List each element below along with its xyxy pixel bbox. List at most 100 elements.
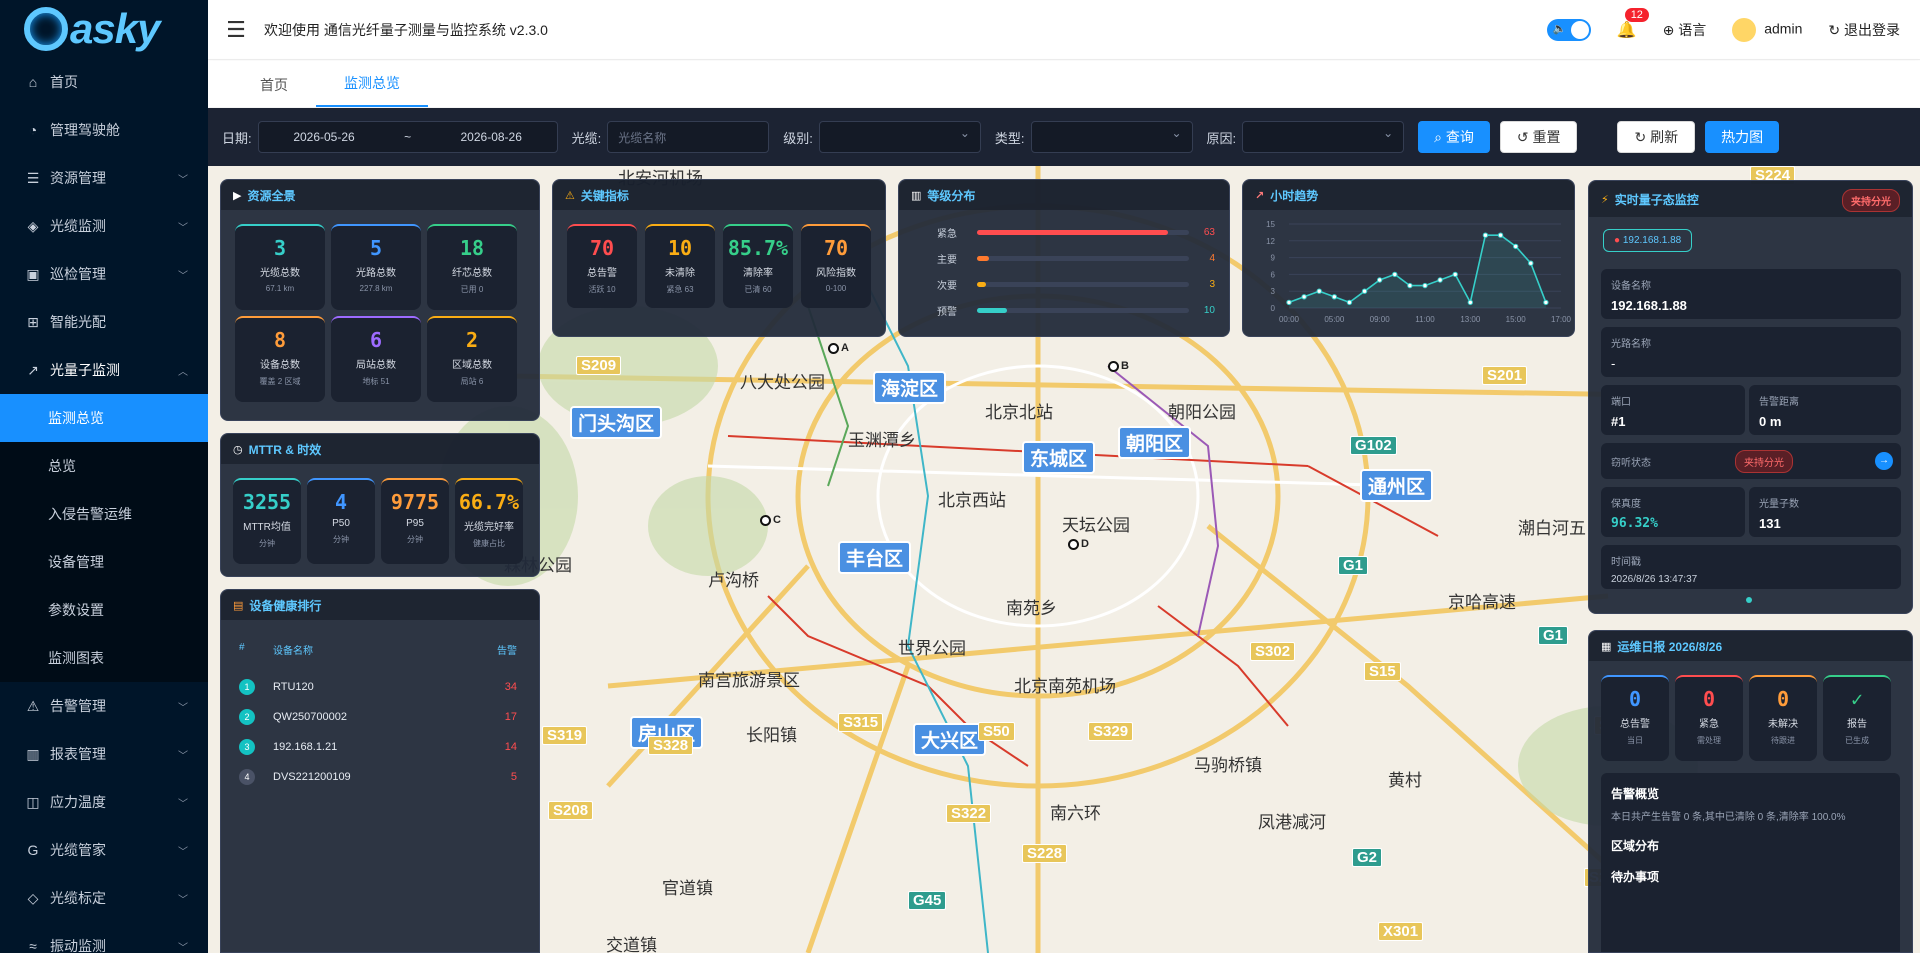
sidebar-item-1[interactable]: ◔ 管理驾驶舱 bbox=[0, 106, 208, 154]
lightning-icon: ⚡ bbox=[1601, 193, 1609, 206]
refresh-button[interactable]: ↻ 刷新 bbox=[1617, 121, 1696, 153]
sidebar-item-18[interactable]: ≈ 振动监测 ﹀ bbox=[0, 922, 208, 953]
stat-card: 0 紧急 需处理 bbox=[1675, 675, 1743, 761]
table-row[interactable]: 3 192.168.1.21 14 bbox=[239, 732, 521, 762]
mttr-panel: ◷ MTTR & 时效 3255 MTTR均值 分钟 4 P50 分钟 9775 P95 分钟 66… bbox=[220, 433, 540, 577]
stat-sub: 待跟进 bbox=[1771, 736, 1795, 745]
arrow-right-icon[interactable]: → bbox=[1875, 452, 1893, 470]
tab-home[interactable]: 首页 bbox=[232, 75, 316, 107]
level-select[interactable] bbox=[818, 121, 981, 153]
stat-sub: 健康占比 bbox=[473, 539, 505, 548]
table-row[interactable]: 2 QW250700002 17 bbox=[239, 702, 521, 732]
col-device-name: 设备名称 bbox=[273, 646, 313, 657]
stat-label: P95 bbox=[406, 518, 424, 529]
sidebar-item-9[interactable]: 入侵告警运维 bbox=[0, 490, 208, 538]
stat-value: 5 bbox=[369, 236, 383, 260]
sidebar-item-17[interactable]: ◇ 光缆标定 ﹀ bbox=[0, 874, 208, 922]
reset-button[interactable]: ↺ 重置 bbox=[1499, 121, 1578, 153]
level-name: 紧急 bbox=[937, 228, 957, 240]
carousel-dot[interactable] bbox=[1746, 597, 1752, 603]
sidebar-item-6[interactable]: ↗ 光量子监测 ︿ bbox=[0, 346, 208, 394]
sidebar-item-label: 管理驾驶舱 bbox=[50, 122, 120, 138]
report-icon: ▦ bbox=[1601, 640, 1612, 653]
table-row[interactable]: 1 RTU120 34 bbox=[239, 672, 521, 702]
stat-value: 66.7% bbox=[458, 490, 520, 514]
dashboard-icon: ◔ bbox=[28, 122, 38, 138]
sidebar-item-7[interactable]: 监测总览 bbox=[0, 394, 208, 442]
sidebar-item-label: 入侵告警运维 bbox=[48, 506, 132, 522]
user-menu[interactable]: admin bbox=[1732, 18, 1802, 42]
map-place-label: 朝阳公园 bbox=[1168, 403, 1236, 422]
stat-card: 6 局站总数 地标 51 bbox=[331, 316, 421, 402]
stat-sub: 当日 bbox=[1627, 736, 1643, 745]
sidebar-item-0[interactable]: ⌂ 首页 bbox=[0, 58, 208, 106]
hourly-line-chart: 0 3 6 9 12 15 00:00 05:00 09:00 11:00 13:00 15:00 17… bbox=[1266, 220, 1571, 324]
stat-label: 光缆完好率 bbox=[464, 522, 514, 533]
data-point bbox=[1301, 294, 1307, 300]
chevron-down-icon: ﹀ bbox=[178, 702, 188, 714]
sidebar-item-10[interactable]: 设备管理 bbox=[0, 538, 208, 586]
sidebar-item-16[interactable]: G 光缆管家 ﹀ bbox=[0, 826, 208, 874]
sidebar-item-13[interactable]: ⚠ 告警管理 ﹀ bbox=[0, 682, 208, 730]
sidebar-item-label: 监测总览 bbox=[48, 410, 104, 426]
alarm-count: 17 bbox=[504, 711, 517, 723]
clock-icon: ◷ bbox=[233, 443, 243, 456]
sidebar-item-label: 监测图表 bbox=[48, 650, 104, 666]
ranking-icon: ▤ bbox=[233, 599, 244, 612]
stat-card: 8 设备总数 覆盖 2 区域 bbox=[235, 316, 325, 402]
data-point bbox=[1512, 243, 1519, 250]
brand-logo[interactable]: asky bbox=[0, 0, 208, 58]
menu-toggle-icon[interactable]: ☰ bbox=[208, 17, 264, 43]
highway-shield: S50 bbox=[978, 722, 1015, 741]
language-button[interactable]: ⊕ 语言 bbox=[1663, 20, 1707, 40]
cable-label: 光缆: bbox=[571, 130, 602, 146]
station-marker[interactable]: D bbox=[1068, 538, 1089, 550]
stat-value: 70 bbox=[589, 236, 615, 260]
type-select[interactable] bbox=[1030, 121, 1193, 153]
date-range-picker[interactable]: 2026-05-26 ~2026-08-26 bbox=[257, 121, 558, 153]
sidebar-item-2[interactable]: ☰ 资源管理 ﹀ bbox=[0, 154, 208, 202]
table-row[interactable]: 4 DVS221200109 5 bbox=[239, 762, 521, 792]
sidebar-item-14[interactable]: ▥ 报表管理 ﹀ bbox=[0, 730, 208, 778]
bell-icon[interactable]: 🔔 12 bbox=[1617, 8, 1649, 40]
map-place-label: 南六环 bbox=[1050, 804, 1101, 823]
heatmap-button[interactable]: 热力图 bbox=[1705, 121, 1780, 153]
sound-toggle[interactable] bbox=[1546, 19, 1591, 41]
chevron-down-icon: ﹀ bbox=[178, 798, 188, 810]
sidebar-item-5[interactable]: ⊞ 智能光配 bbox=[0, 298, 208, 346]
highway-shield: S228 bbox=[1022, 844, 1068, 863]
level-bar-track bbox=[977, 229, 1189, 235]
stat-sub: 需处理 bbox=[1697, 736, 1721, 745]
query-button[interactable]: ⌕ 查询 bbox=[1418, 121, 1490, 153]
station-marker[interactable]: A bbox=[828, 342, 849, 354]
stat-label: 总告警 bbox=[587, 268, 617, 279]
sidebar-item-4[interactable]: ▣ 巡检管理 ﹀ bbox=[0, 250, 208, 298]
sidebar-item-3[interactable]: ◈ 光缆监测 ﹀ bbox=[0, 202, 208, 250]
station-marker[interactable]: C bbox=[760, 514, 781, 526]
device-name-card: 设备名称 192.168.1.88 bbox=[1601, 269, 1901, 319]
sidebar-item-12[interactable]: 监测图表 bbox=[0, 634, 208, 682]
device-tab[interactable]: ● 192.168.1.88 bbox=[1603, 229, 1693, 252]
stat-sub: 67.1 km bbox=[265, 284, 295, 293]
sidebar-item-11[interactable]: 参数设置 bbox=[0, 586, 208, 634]
sidebar-item-label: 振动监测 bbox=[50, 938, 106, 953]
sidebar: asky ⌂ 首页 ◔ 管理驾驶舱 ☰ 资源管理 ﹀ ◈ 光缆监测 ﹀ ▣ 巡检管理 ﹀ ⊞ 智能光配 ↗ 光量… bbox=[0, 0, 208, 953]
cable-name-input[interactable]: 光缆名称 bbox=[607, 121, 770, 153]
stat-sub: 分钟 bbox=[333, 535, 349, 544]
highway-shield: G1 bbox=[1338, 556, 1369, 575]
tab-monitor-overview[interactable]: 监测总览 bbox=[316, 73, 428, 107]
stat-card: ✓ 报告 已生成 bbox=[1823, 675, 1891, 761]
map-place-label: 八大处公园 bbox=[740, 373, 825, 392]
highway-shield: S209 bbox=[576, 356, 622, 375]
chevron-down-icon: ﹀ bbox=[178, 894, 188, 906]
sidebar-item-8[interactable]: 总览 bbox=[0, 442, 208, 490]
sidebar-item-15[interactable]: ◫ 应力温度 ﹀ bbox=[0, 778, 208, 826]
level-bar-fill bbox=[977, 255, 990, 261]
station-marker[interactable]: B bbox=[1108, 360, 1129, 372]
level-count: 63 bbox=[1203, 226, 1215, 238]
logout-button[interactable]: ↻ 退出登录 bbox=[1828, 20, 1900, 40]
sidebar-menu: ⌂ 首页 ◔ 管理驾驶舱 ☰ 资源管理 ﹀ ◈ 光缆监测 ﹀ ▣ 巡检管理 ﹀ ⊞ 智能光配 ↗ 光量子监测 ︿ 监… bbox=[0, 58, 208, 953]
reason-select[interactable] bbox=[1242, 121, 1405, 153]
resource-panel: ▶ 资源全景 3 光缆总数 67.1 km 5 光路总数 227.8 km 18 纤芯总数 已用 … bbox=[220, 179, 540, 421]
stat-card: 2 区域总数 局站 6 bbox=[427, 316, 517, 402]
